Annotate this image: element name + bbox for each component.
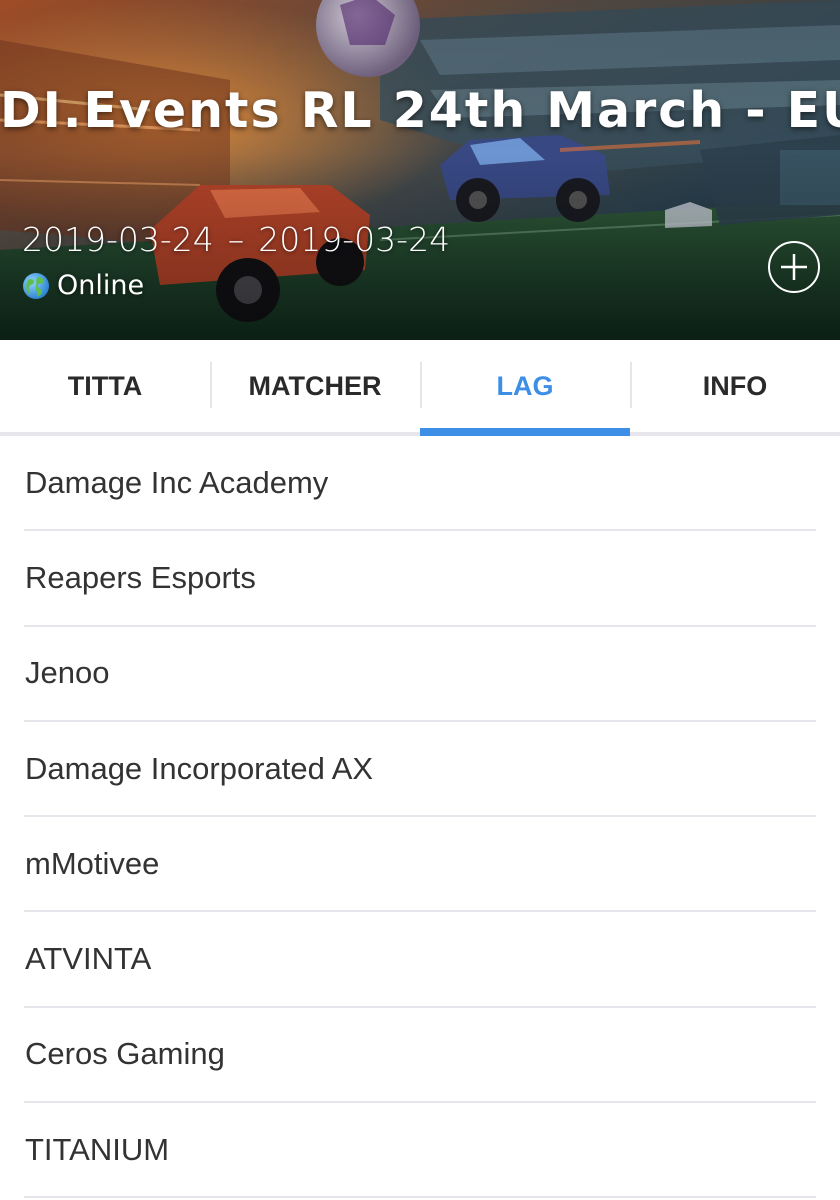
event-location-label: Online — [57, 270, 145, 301]
team-list: Damage Inc Academy Reapers Esports Jenoo… — [0, 436, 840, 1199]
list-item[interactable]: mMotivee — [24, 817, 816, 913]
event-title: DI.Events RL 24th March - EU — [0, 82, 840, 139]
event-end-date: 2019-03-24 — [258, 220, 451, 259]
globe-icon — [23, 272, 49, 299]
team-name: Reapers Esports — [25, 559, 256, 595]
list-item[interactable]: Damage Incorporated AX — [24, 722, 816, 818]
team-name: TITANIUM — [25, 1131, 170, 1167]
list-item[interactable]: TITANIUM — [24, 1103, 816, 1199]
list-item[interactable]: Damage Inc Academy — [24, 436, 816, 532]
date-separator: – — [227, 220, 245, 259]
team-name: Jenoo — [25, 655, 110, 691]
event-location: Online — [22, 270, 144, 301]
tab-lag[interactable]: LAG — [420, 340, 630, 436]
list-item[interactable]: Reapers Esports — [24, 531, 816, 627]
list-item[interactable]: Jenoo — [24, 627, 816, 722]
tab-bar: TITTA MATCHER LAG INFO — [0, 340, 840, 436]
tab-titta[interactable]: TITTA — [0, 340, 210, 432]
list-item[interactable]: Ceros Gaming — [24, 1008, 816, 1104]
team-name: Damage Inc Academy — [25, 464, 329, 500]
team-name: mMotivee — [25, 845, 160, 881]
tab-matcher[interactable]: MATCHER — [210, 340, 420, 432]
list-item[interactable]: ATVINTA — [24, 912, 816, 1008]
event-start-date: 2019-03-24 — [22, 220, 214, 259]
event-banner: DI.Events RL 24th March - EU 2019-03-24 … — [0, 0, 840, 340]
team-name: Ceros Gaming — [25, 1036, 225, 1072]
add-event-button[interactable] — [768, 241, 820, 293]
plus-circle-icon — [781, 254, 807, 280]
event-dates: 2019-03-24 – 2019-03-24 — [22, 220, 450, 259]
tab-info[interactable]: INFO — [630, 340, 840, 432]
team-name: ATVINTA — [25, 941, 152, 977]
team-name: Damage Incorporated AX — [25, 750, 374, 786]
